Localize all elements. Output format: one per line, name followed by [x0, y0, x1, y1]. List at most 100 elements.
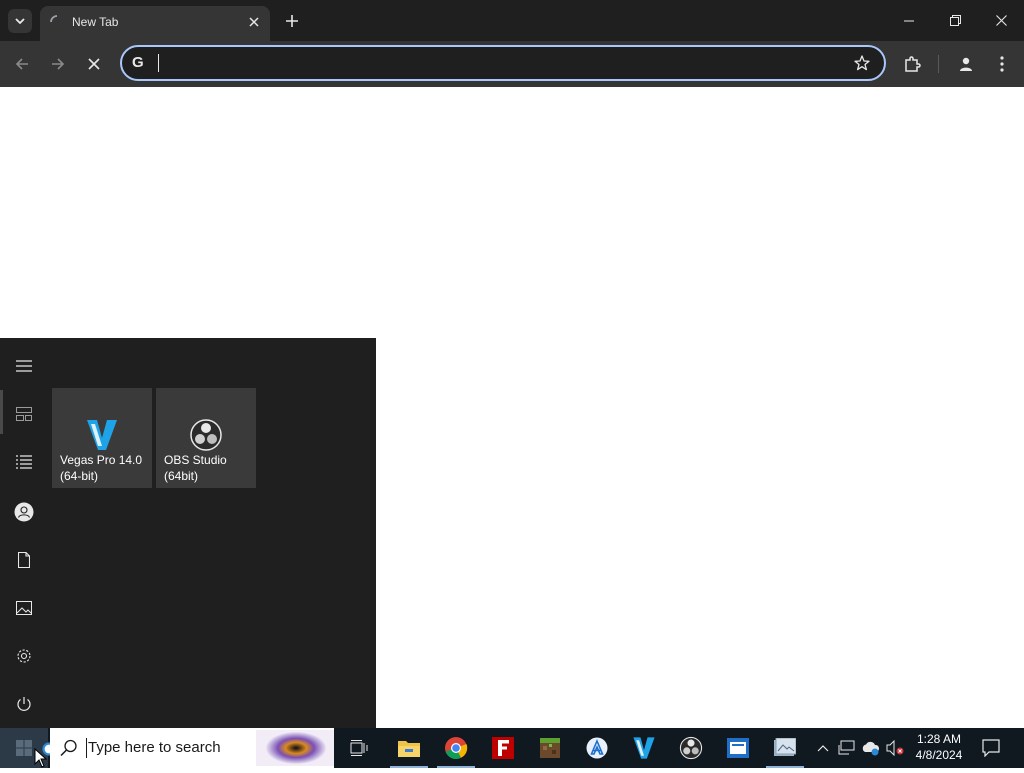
- restore-icon: [949, 15, 961, 26]
- network-button[interactable]: [836, 728, 858, 768]
- close-icon: [249, 17, 259, 27]
- taskbar-chrome[interactable]: [433, 728, 479, 768]
- photos-icon: [774, 738, 796, 756]
- search-box[interactable]: Type here to search: [50, 728, 334, 768]
- tile-label: Vegas Pro 14.0 (64-bit): [60, 453, 143, 483]
- obs-studio-icon: [189, 418, 223, 452]
- task-view-button[interactable]: [336, 728, 382, 768]
- plus-icon: [286, 14, 298, 27]
- new-tab-button[interactable]: [278, 0, 306, 41]
- tab-new-tab[interactable]: New Tab: [40, 6, 270, 41]
- power-button[interactable]: [0, 680, 48, 728]
- action-center-button[interactable]: [968, 728, 1014, 768]
- obs-studio-icon: [679, 736, 703, 760]
- taskbar-app-installer[interactable]: [574, 728, 620, 768]
- user-icon: [960, 57, 972, 71]
- taskbar-obs-studio[interactable]: [668, 728, 714, 768]
- documents-icon: [18, 552, 30, 568]
- tiles-view-button[interactable]: [0, 390, 48, 438]
- gear-icon: [17, 649, 31, 663]
- arrow-right-icon: [52, 58, 65, 70]
- svg-text:G: G: [132, 54, 144, 70]
- clock[interactable]: 1:28 AM 4/8/2024: [906, 731, 972, 763]
- close-icon: [88, 58, 100, 70]
- extensions-button[interactable]: [898, 41, 926, 87]
- taskbar-outlook[interactable]: [715, 728, 761, 768]
- minimize-icon: [904, 20, 914, 21]
- clock-date: 4/8/2024: [915, 748, 963, 762]
- close-tab-button[interactable]: [244, 12, 264, 32]
- star-icon: [854, 55, 870, 71]
- cloud-sync-icon: [862, 741, 880, 756]
- settings-button[interactable]: [0, 632, 48, 680]
- close-window-button[interactable]: [978, 0, 1024, 41]
- start-menu: Vegas Pro 14.0 (64-bit) OBS Studio (64bi…: [0, 338, 376, 728]
- kebab-menu-icon: [1000, 56, 1004, 72]
- filezilla-icon: [492, 737, 514, 759]
- expand-button[interactable]: [0, 342, 48, 390]
- taskbar-photos[interactable]: [762, 728, 808, 768]
- search-icon: [60, 739, 78, 762]
- bookmark-star-button[interactable]: [854, 55, 870, 76]
- hamburger-icon: [16, 360, 32, 372]
- close-icon: [995, 15, 1007, 26]
- all-apps-icon: [16, 455, 32, 469]
- loading-spinner-icon: [50, 15, 64, 34]
- tab-title: New Tab: [72, 15, 119, 29]
- tile-vegas-pro[interactable]: Vegas Pro 14.0 (64-bit): [52, 388, 152, 488]
- volume-muted-icon: [886, 740, 904, 756]
- file-explorer-icon: [398, 741, 420, 757]
- address-input[interactable]: [158, 53, 838, 73]
- documents-button[interactable]: [0, 536, 48, 584]
- search-highlight-icon: [256, 730, 334, 771]
- vegas-pro-icon: [85, 418, 119, 452]
- tile-obs-studio[interactable]: OBS Studio (64bit): [156, 388, 256, 488]
- all-apps-button[interactable]: [0, 438, 48, 486]
- taskbar-minecraft[interactable]: [527, 728, 573, 768]
- taskbar-vegas-pro[interactable]: [621, 728, 667, 768]
- back-button[interactable]: [8, 41, 36, 87]
- search-placeholder: Type here to search: [88, 739, 221, 756]
- network-icon: [838, 740, 855, 755]
- minecraft-icon: [540, 738, 560, 758]
- forward-button[interactable]: [44, 41, 72, 87]
- stop-loading-button[interactable]: [80, 41, 108, 87]
- taskbar: Type here to search 1:28 AM 4/8/2024: [0, 728, 1024, 768]
- pictures-icon: [16, 601, 32, 615]
- vegas-pro-icon: [633, 737, 655, 759]
- outlook-icon: [727, 738, 749, 758]
- clock-time: 1:28 AM: [916, 732, 962, 746]
- profile-button[interactable]: [952, 41, 980, 87]
- minimize-button[interactable]: [886, 0, 932, 41]
- chevron-down-icon: [8, 8, 32, 33]
- taskbar-filezilla[interactable]: [480, 728, 526, 768]
- mouse-cursor-icon: [34, 747, 48, 773]
- app-installer-icon: [586, 737, 608, 759]
- chrome-icon: [445, 737, 468, 760]
- browser-toolbar: G: [0, 41, 1024, 87]
- windows-logo-icon: [16, 740, 32, 756]
- google-icon: G: [130, 54, 146, 75]
- chevron-up-icon: [817, 745, 829, 752]
- user-icon: [14, 502, 34, 522]
- account-button[interactable]: [0, 488, 48, 536]
- volume-button[interactable]: [884, 728, 906, 768]
- show-hidden-icons-button[interactable]: [812, 728, 834, 768]
- notification-icon: [982, 739, 1000, 757]
- pictures-button[interactable]: [0, 584, 48, 632]
- task-view-icon: [350, 740, 368, 756]
- address-bar[interactable]: G: [120, 45, 886, 81]
- puzzle-icon: [905, 56, 921, 72]
- menu-button[interactable]: [988, 41, 1016, 87]
- taskbar-file-explorer[interactable]: [386, 728, 432, 768]
- tiles-icon: [16, 407, 32, 421]
- restore-button[interactable]: [932, 0, 978, 41]
- tab-search-button[interactable]: [6, 0, 34, 41]
- onedrive-button[interactable]: [860, 728, 882, 768]
- start-rail: [0, 338, 48, 728]
- browser-titlebar: New Tab: [0, 0, 1024, 41]
- text-caret: [158, 54, 159, 72]
- arrow-left-icon: [15, 58, 28, 70]
- tile-label: OBS Studio (64bit): [164, 453, 227, 483]
- power-icon: [17, 697, 31, 711]
